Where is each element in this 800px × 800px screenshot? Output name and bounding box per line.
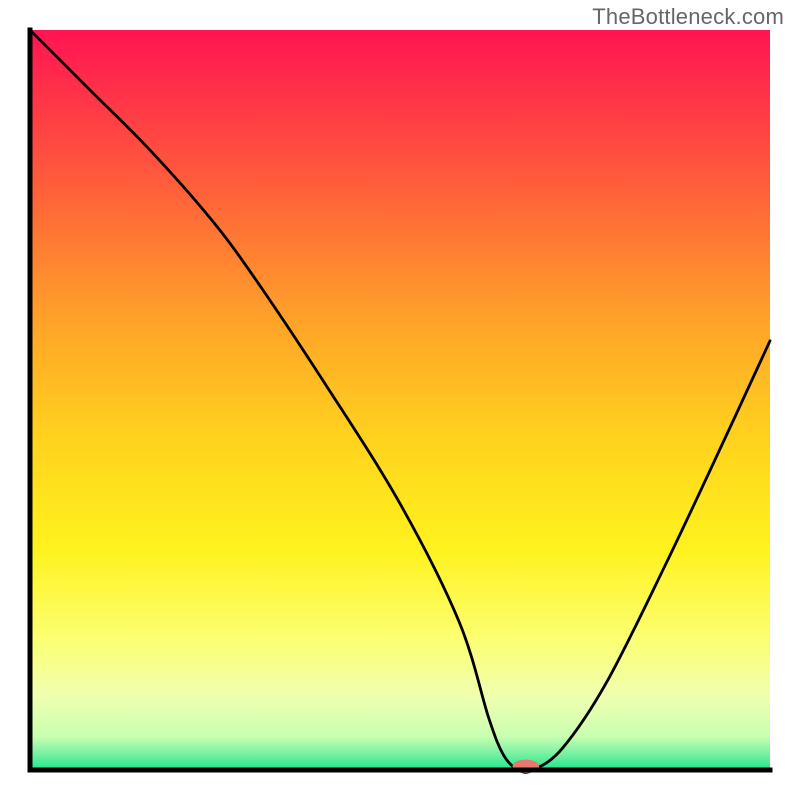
watermark-text: TheBottleneck.com <box>592 4 784 30</box>
chart-container: TheBottleneck.com <box>0 0 800 800</box>
chart-svg <box>0 0 800 800</box>
